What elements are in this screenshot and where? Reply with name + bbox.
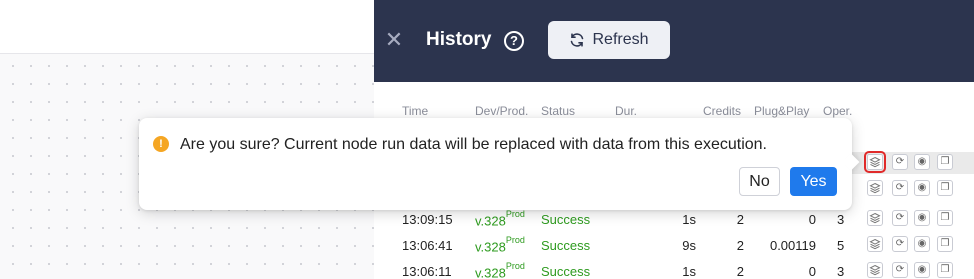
col-header-plugplay: Plug&Play xyxy=(754,104,810,118)
history-panel-header: ✕ History ? Refresh xyxy=(374,0,974,82)
row-plugplay: 0 xyxy=(808,212,816,227)
rerun-icon[interactable]: ⟳ xyxy=(892,262,908,278)
warning-icon: ! xyxy=(153,136,169,152)
rerun-icon[interactable]: ⟳ xyxy=(892,236,908,252)
refresh-label: Refresh xyxy=(592,31,649,48)
col-header-duration: Dur. xyxy=(615,104,638,118)
no-button[interactable]: No xyxy=(739,167,780,196)
question-circle-icon[interactable]: ? xyxy=(504,31,524,51)
refresh-icon xyxy=(569,32,585,48)
eye-icon[interactable]: ◉ xyxy=(914,180,930,196)
layers-icon[interactable] xyxy=(867,180,883,196)
row-duration: 1s xyxy=(682,264,696,279)
row-status: Success xyxy=(541,212,591,227)
eye-icon[interactable]: ◉ xyxy=(914,210,930,226)
row-status: Success xyxy=(541,264,591,279)
row-duration: 1s xyxy=(682,212,696,227)
row-plugplay: 0.00119 xyxy=(769,238,816,253)
eye-icon[interactable]: ◉ xyxy=(914,154,930,170)
row-credits: 2 xyxy=(736,212,744,227)
copy-icon[interactable]: ❐ xyxy=(937,262,953,278)
row-version[interactable]: v.328Prod xyxy=(475,209,525,228)
confirm-message: Are you sure? Current node run data will… xyxy=(180,136,767,153)
col-header-status: Status xyxy=(541,104,576,118)
copy-icon[interactable]: ❐ xyxy=(937,210,953,226)
copy-icon[interactable]: ❐ xyxy=(937,154,953,170)
layers-icon[interactable] xyxy=(867,236,883,252)
row-oper: 3 xyxy=(837,212,845,227)
row-version[interactable]: v.328Prod xyxy=(475,235,525,254)
rerun-icon[interactable]: ⟳ xyxy=(892,180,908,196)
yes-button[interactable]: Yes xyxy=(790,167,837,196)
row-credits: 2 xyxy=(736,238,744,253)
close-icon[interactable]: ✕ xyxy=(384,29,404,51)
table-row[interactable]: 13:09:15 v.328Prod Success 1s 2 0 3 ⟳ ◉ … xyxy=(374,208,974,230)
confirm-popover: ! Are you sure? Current node run data wi… xyxy=(139,118,860,210)
row-time: 13:06:41 xyxy=(402,238,453,253)
eye-icon[interactable]: ◉ xyxy=(914,236,930,252)
table-row[interactable]: 13:06:41 v.328Prod Success 9s 2 0.00119 … xyxy=(374,234,974,256)
panel-title: History xyxy=(426,29,492,50)
copy-icon[interactable]: ❐ xyxy=(937,236,953,252)
row-duration: 9s xyxy=(682,238,696,253)
layers-icon[interactable] xyxy=(864,151,886,173)
row-time: 13:09:15 xyxy=(402,212,453,227)
row-credits: 2 xyxy=(736,264,744,279)
canvas-toolbar xyxy=(0,0,380,54)
col-header-oper: Oper. xyxy=(823,104,853,118)
rerun-icon[interactable]: ⟳ xyxy=(892,210,908,226)
row-oper: 3 xyxy=(837,264,845,279)
row-status: Success xyxy=(541,238,591,253)
rerun-icon[interactable]: ⟳ xyxy=(892,154,908,170)
layers-icon[interactable] xyxy=(867,262,883,278)
copy-icon[interactable]: ❐ xyxy=(937,180,953,196)
col-header-devprod: Dev/Prod. xyxy=(475,104,529,118)
col-header-time: Time xyxy=(402,104,429,118)
row-oper: 5 xyxy=(837,238,845,253)
row-time: 13:06:11 xyxy=(402,264,452,279)
row-version[interactable]: v.328Prod xyxy=(475,261,525,279)
row-plugplay: 0 xyxy=(808,264,816,279)
col-header-credits: Credits xyxy=(703,104,742,118)
table-row[interactable]: 13:06:11 v.328Prod Success 1s 2 0 3 ⟳ ◉ … xyxy=(374,260,974,279)
layers-icon[interactable] xyxy=(867,210,883,226)
refresh-button[interactable]: Refresh xyxy=(548,21,670,59)
eye-icon[interactable]: ◉ xyxy=(914,262,930,278)
